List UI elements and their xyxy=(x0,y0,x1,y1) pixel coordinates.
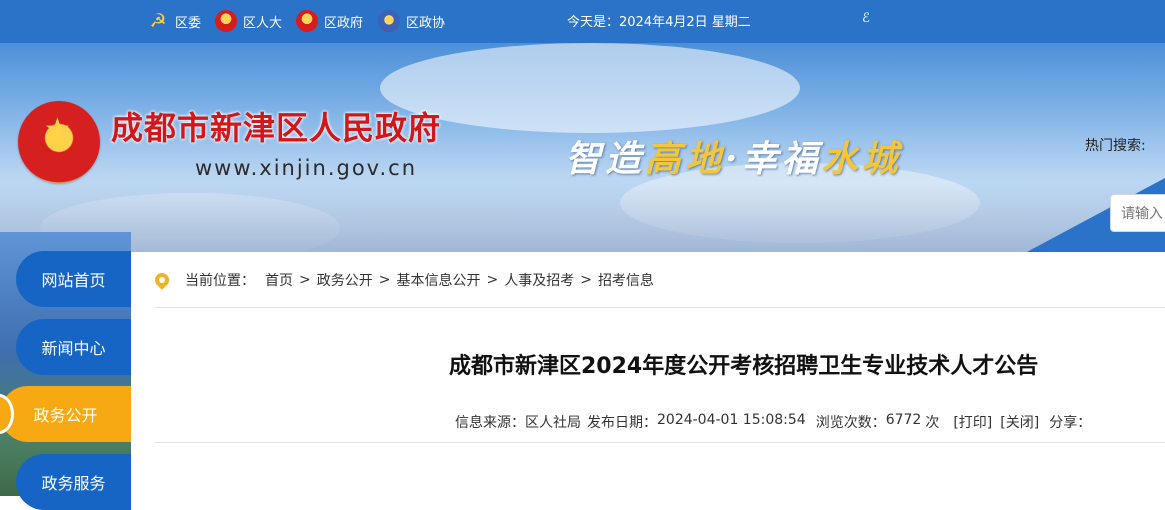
party-emblem-icon: ☭ xyxy=(149,10,167,32)
source-value: 区人社局 xyxy=(525,415,581,431)
national-emblem-icon xyxy=(215,10,237,32)
hot-search-label: 热门搜索: xyxy=(1085,138,1146,154)
nav-item-label: 政务服务 xyxy=(41,474,106,493)
breadcrumb-separator: > xyxy=(580,271,592,288)
breadcrumb-item-recruitment[interactable]: 招考信息 xyxy=(598,270,654,290)
top-link-npc[interactable]: 区人大 xyxy=(215,9,282,33)
date-label: 发布日期： xyxy=(587,415,657,431)
share-label: 分享： xyxy=(1049,415,1092,431)
top-link-label: 区政协 xyxy=(406,15,446,31)
national-emblem-icon xyxy=(296,10,318,32)
print-button[interactable]: [打印] xyxy=(953,412,992,432)
top-link-cppcc[interactable]: 区政协 xyxy=(378,9,445,33)
breadcrumb-separator: > xyxy=(299,271,311,288)
breadcrumb-separator: > xyxy=(486,271,499,288)
views-value: 6772 xyxy=(885,412,922,428)
site-url: www.xinjin.gov.cn xyxy=(195,156,418,180)
nav-item-label: 政务公开 xyxy=(33,406,98,425)
top-bar: ☭ 区委 区人大 区政府 区政协 今天是：2024年4月2日 星期二 ℰ xyxy=(0,0,1165,43)
date-value: 2024-04-01 15:08:54 xyxy=(657,412,806,428)
search-input[interactable] xyxy=(1110,194,1165,232)
top-link-label: 区人大 xyxy=(243,15,283,31)
breadcrumb-item-personnel[interactable]: 人事及招考 xyxy=(504,270,574,290)
header-banner: ★ 成都市新津区人民政府 www.xinjin.gov.cn 智造高地·幸福水城… xyxy=(0,43,1165,253)
star-icon: ★ xyxy=(44,112,71,147)
close-button[interactable]: [关闭] xyxy=(1000,412,1039,432)
breadcrumb-item-basic-info[interactable]: 基本信息公开 xyxy=(396,270,480,290)
location-pin-icon xyxy=(155,273,169,287)
city-skyline xyxy=(0,183,1165,253)
views-label: 浏览次数： xyxy=(815,415,886,431)
breadcrumb: 当前位置： 首页 > 政务公开 > 基本信息公开 > 人事及招考 > 招考信息 xyxy=(155,252,1165,308)
slogan: 智造高地·幸福水城 xyxy=(565,130,902,182)
breadcrumb-separator: > xyxy=(378,271,391,288)
slogan-part: 水城 xyxy=(821,138,902,180)
top-link-district-committee[interactable]: ☭ 区委 xyxy=(147,9,201,33)
national-emblem-logo: ★ xyxy=(18,101,100,183)
article-title: 成都市新津区2024年度公开考核招聘卫生专业技术人才公告 xyxy=(449,354,1039,379)
cppcc-emblem-icon xyxy=(378,10,400,32)
slogan-part: 智造 xyxy=(565,138,646,180)
nav-item-label: 新闻中心 xyxy=(41,339,106,358)
accessibility-icon[interactable]: ℰ xyxy=(862,11,870,26)
nav-item-government-affairs[interactable]: 政务公开 xyxy=(0,386,131,442)
current-date: 今天是：2024年4月2日 星期二 xyxy=(567,15,751,30)
breadcrumb-item-home[interactable]: 首页 xyxy=(265,270,293,290)
source-label: 信息来源： xyxy=(455,415,525,431)
article-meta: 信息来源： 区人社局 发布日期： 2024-04-01 15:08:54 浏览次… xyxy=(455,412,1091,432)
breadcrumb-item-affairs[interactable]: 政务公开 xyxy=(317,270,373,290)
cloud-decoration xyxy=(380,43,800,133)
left-navigation: 网站首页 新闻中心 政务公开 政务服务 xyxy=(0,232,131,510)
main-content: 当前位置： 首页 > 政务公开 > 基本信息公开 > 人事及招考 > 招考信息 … xyxy=(131,252,1165,496)
top-link-label: 区政府 xyxy=(324,15,364,31)
top-link-government[interactable]: 区政府 xyxy=(296,9,363,33)
divider xyxy=(155,442,1165,443)
nav-item-news[interactable]: 新闻中心 xyxy=(16,319,131,375)
views-unit: 次 xyxy=(925,415,940,431)
top-link-label: 区委 xyxy=(175,15,202,31)
nav-item-services[interactable]: 政务服务 xyxy=(16,454,131,510)
slogan-part: 高地 xyxy=(645,138,726,180)
nav-item-home[interactable]: 网站首页 xyxy=(16,251,131,307)
breadcrumb-prefix: 当前位置： xyxy=(185,272,255,289)
nav-item-label: 网站首页 xyxy=(41,271,106,290)
site-title: 成都市新津区人民政府 xyxy=(111,109,442,147)
slogan-part: ·幸福 xyxy=(725,138,822,180)
